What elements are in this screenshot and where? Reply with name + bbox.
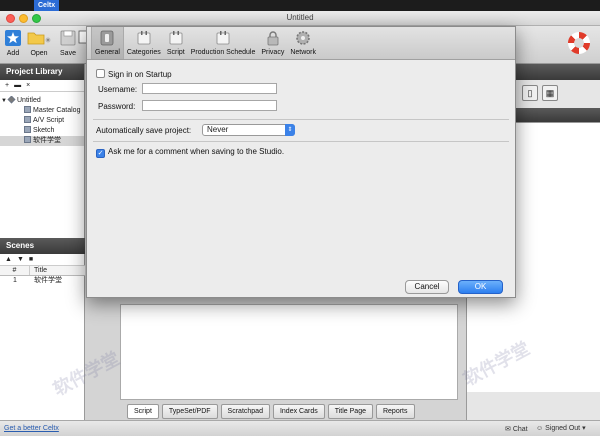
save-disk-icon: [60, 30, 76, 46]
tab-script[interactable]: Script: [127, 404, 159, 419]
menu-bar: Celtx: [0, 0, 600, 11]
screenplay-icon: [24, 136, 31, 143]
project-tree: ▼ Untitled Master Catalog A/V Script Sket…: [0, 92, 84, 146]
tab-categories[interactable]: Categories: [124, 27, 164, 59]
preferences-toolbar: General Categories Script Production Sch…: [87, 27, 515, 60]
calendar-icon: [216, 31, 230, 45]
tab-production-schedule[interactable]: Production Schedule: [188, 27, 259, 59]
lock-icon: [267, 31, 279, 46]
cancel-button[interactable]: Cancel: [405, 280, 449, 294]
divider: [93, 119, 509, 120]
delete-item-icon[interactable]: ×: [26, 82, 30, 89]
tree-item-av-script[interactable]: A/V Script: [0, 116, 84, 126]
tab-scratchpad[interactable]: Scratchpad: [220, 404, 270, 419]
project-library-tools: + ▬ ×: [0, 80, 84, 92]
gear-icon: [296, 31, 310, 45]
notes-icon[interactable]: ▯: [522, 85, 538, 101]
editor-view-tabs: Script TypeSet/PDF Scratchpad Index Card…: [127, 404, 415, 419]
tree-item-selected[interactable]: 软件学堂: [0, 136, 84, 146]
scenes-tools: ▲ ▼ ■: [0, 254, 85, 266]
signed-out-button[interactable]: ☺ Signed Out ▾: [536, 424, 586, 432]
ask-comment-label: Ask me for a comment when saving to the …: [108, 147, 285, 156]
window-title: Untitled: [286, 13, 314, 22]
tree-item-sketch[interactable]: Sketch: [0, 126, 84, 136]
get-better-celtx-link[interactable]: Get a better Celtx: [4, 425, 59, 432]
col-title[interactable]: Title: [30, 266, 47, 275]
password-label: Password:: [98, 102, 136, 111]
username-label: Username:: [98, 85, 138, 94]
project-library-header: Project Library: [0, 64, 84, 80]
catalog-icon: [24, 106, 31, 113]
user-icon: ☺: [536, 425, 546, 432]
save-label: Save: [60, 50, 76, 57]
categories-icon: [137, 31, 151, 45]
autosave-select[interactable]: Never ⇕: [202, 124, 295, 136]
scene-number: 1: [13, 277, 17, 284]
open-button[interactable]: Open: [22, 29, 56, 57]
scenes-column-header: # Title: [0, 266, 85, 276]
sketch-icon: [24, 126, 31, 133]
chevron-updown-icon: ⇕: [285, 124, 295, 136]
app-menu-celtx[interactable]: Celtx: [34, 0, 60, 11]
sign-in-startup-row[interactable]: Sign in on Startup: [96, 69, 172, 79]
tree-item-master-catalog[interactable]: Master Catalog: [0, 106, 84, 116]
left-sidebar: Project Library + ▬ × ▼ Untitled Master C…: [0, 64, 85, 420]
tab-network[interactable]: Network: [287, 27, 319, 59]
sign-in-startup-checkbox[interactable]: [96, 69, 105, 78]
table-row[interactable]: 1 软件学堂: [0, 276, 85, 286]
tab-title-page[interactable]: Title Page: [327, 404, 373, 419]
tab-reports[interactable]: Reports: [375, 404, 415, 419]
chat-button[interactable]: ✉ Chat: [505, 425, 528, 433]
preferences-dialog: General Categories Script Production Sch…: [86, 26, 516, 298]
sign-in-startup-label: Sign in on Startup: [108, 70, 172, 79]
expand-triangle-icon[interactable]: ▼: [0, 96, 8, 106]
project-icon: [7, 96, 16, 104]
add-item-icon[interactable]: +: [5, 82, 9, 89]
cart-icon[interactable]: ▦: [542, 85, 558, 101]
folder-small-icon[interactable]: ▬: [14, 82, 21, 89]
move-up-icon[interactable]: ▲: [5, 256, 12, 263]
script-document[interactable]: [120, 304, 458, 400]
username-input[interactable]: [142, 83, 277, 94]
divider-2: [93, 141, 509, 142]
open-label: Open: [30, 50, 48, 57]
scene-title: 软件学堂: [34, 277, 62, 284]
general-switch-icon: [101, 30, 114, 46]
add-star-icon: [5, 30, 21, 46]
ok-button[interactable]: OK: [458, 280, 503, 294]
help-lifebuoy-icon[interactable]: [568, 32, 590, 54]
tab-general[interactable]: General: [91, 27, 124, 59]
autosave-value: Never: [207, 125, 229, 134]
window-titlebar: Untitled: [0, 11, 600, 26]
password-input[interactable]: [142, 100, 277, 111]
tab-script[interactable]: Script: [164, 27, 188, 59]
col-number[interactable]: #: [0, 266, 30, 275]
tab-privacy[interactable]: Privacy: [258, 27, 287, 59]
chevron-down-icon: ▾: [582, 425, 586, 432]
scenes-header: Scenes: [0, 238, 85, 254]
tab-typeset-pdf[interactable]: TypeSet/PDF: [161, 404, 218, 419]
scene-options-icon[interactable]: ■: [29, 256, 33, 263]
autosave-label: Automatically save project:: [96, 126, 192, 135]
tree-item-untitled[interactable]: ▼ Untitled: [0, 96, 84, 106]
add-label: Add: [6, 50, 20, 57]
folder-icon: [27, 32, 51, 45]
chat-icon: ✉: [505, 426, 513, 433]
ask-comment-checkbox[interactable]: ✓: [96, 149, 105, 158]
ask-comment-row[interactable]: ✓ Ask me for a comment when saving to the…: [96, 147, 284, 158]
scenes-panel: Scenes ▲ ▼ ■ # Title 1 软件学堂: [0, 238, 85, 286]
script-icon: [24, 116, 31, 123]
script-pref-icon: [169, 31, 183, 45]
tab-index-cards[interactable]: Index Cards: [272, 404, 325, 419]
status-bar: Get a better Celtx ✉ Chat ☺ Signed Out ▾: [0, 420, 600, 436]
move-down-icon[interactable]: ▼: [17, 256, 24, 263]
